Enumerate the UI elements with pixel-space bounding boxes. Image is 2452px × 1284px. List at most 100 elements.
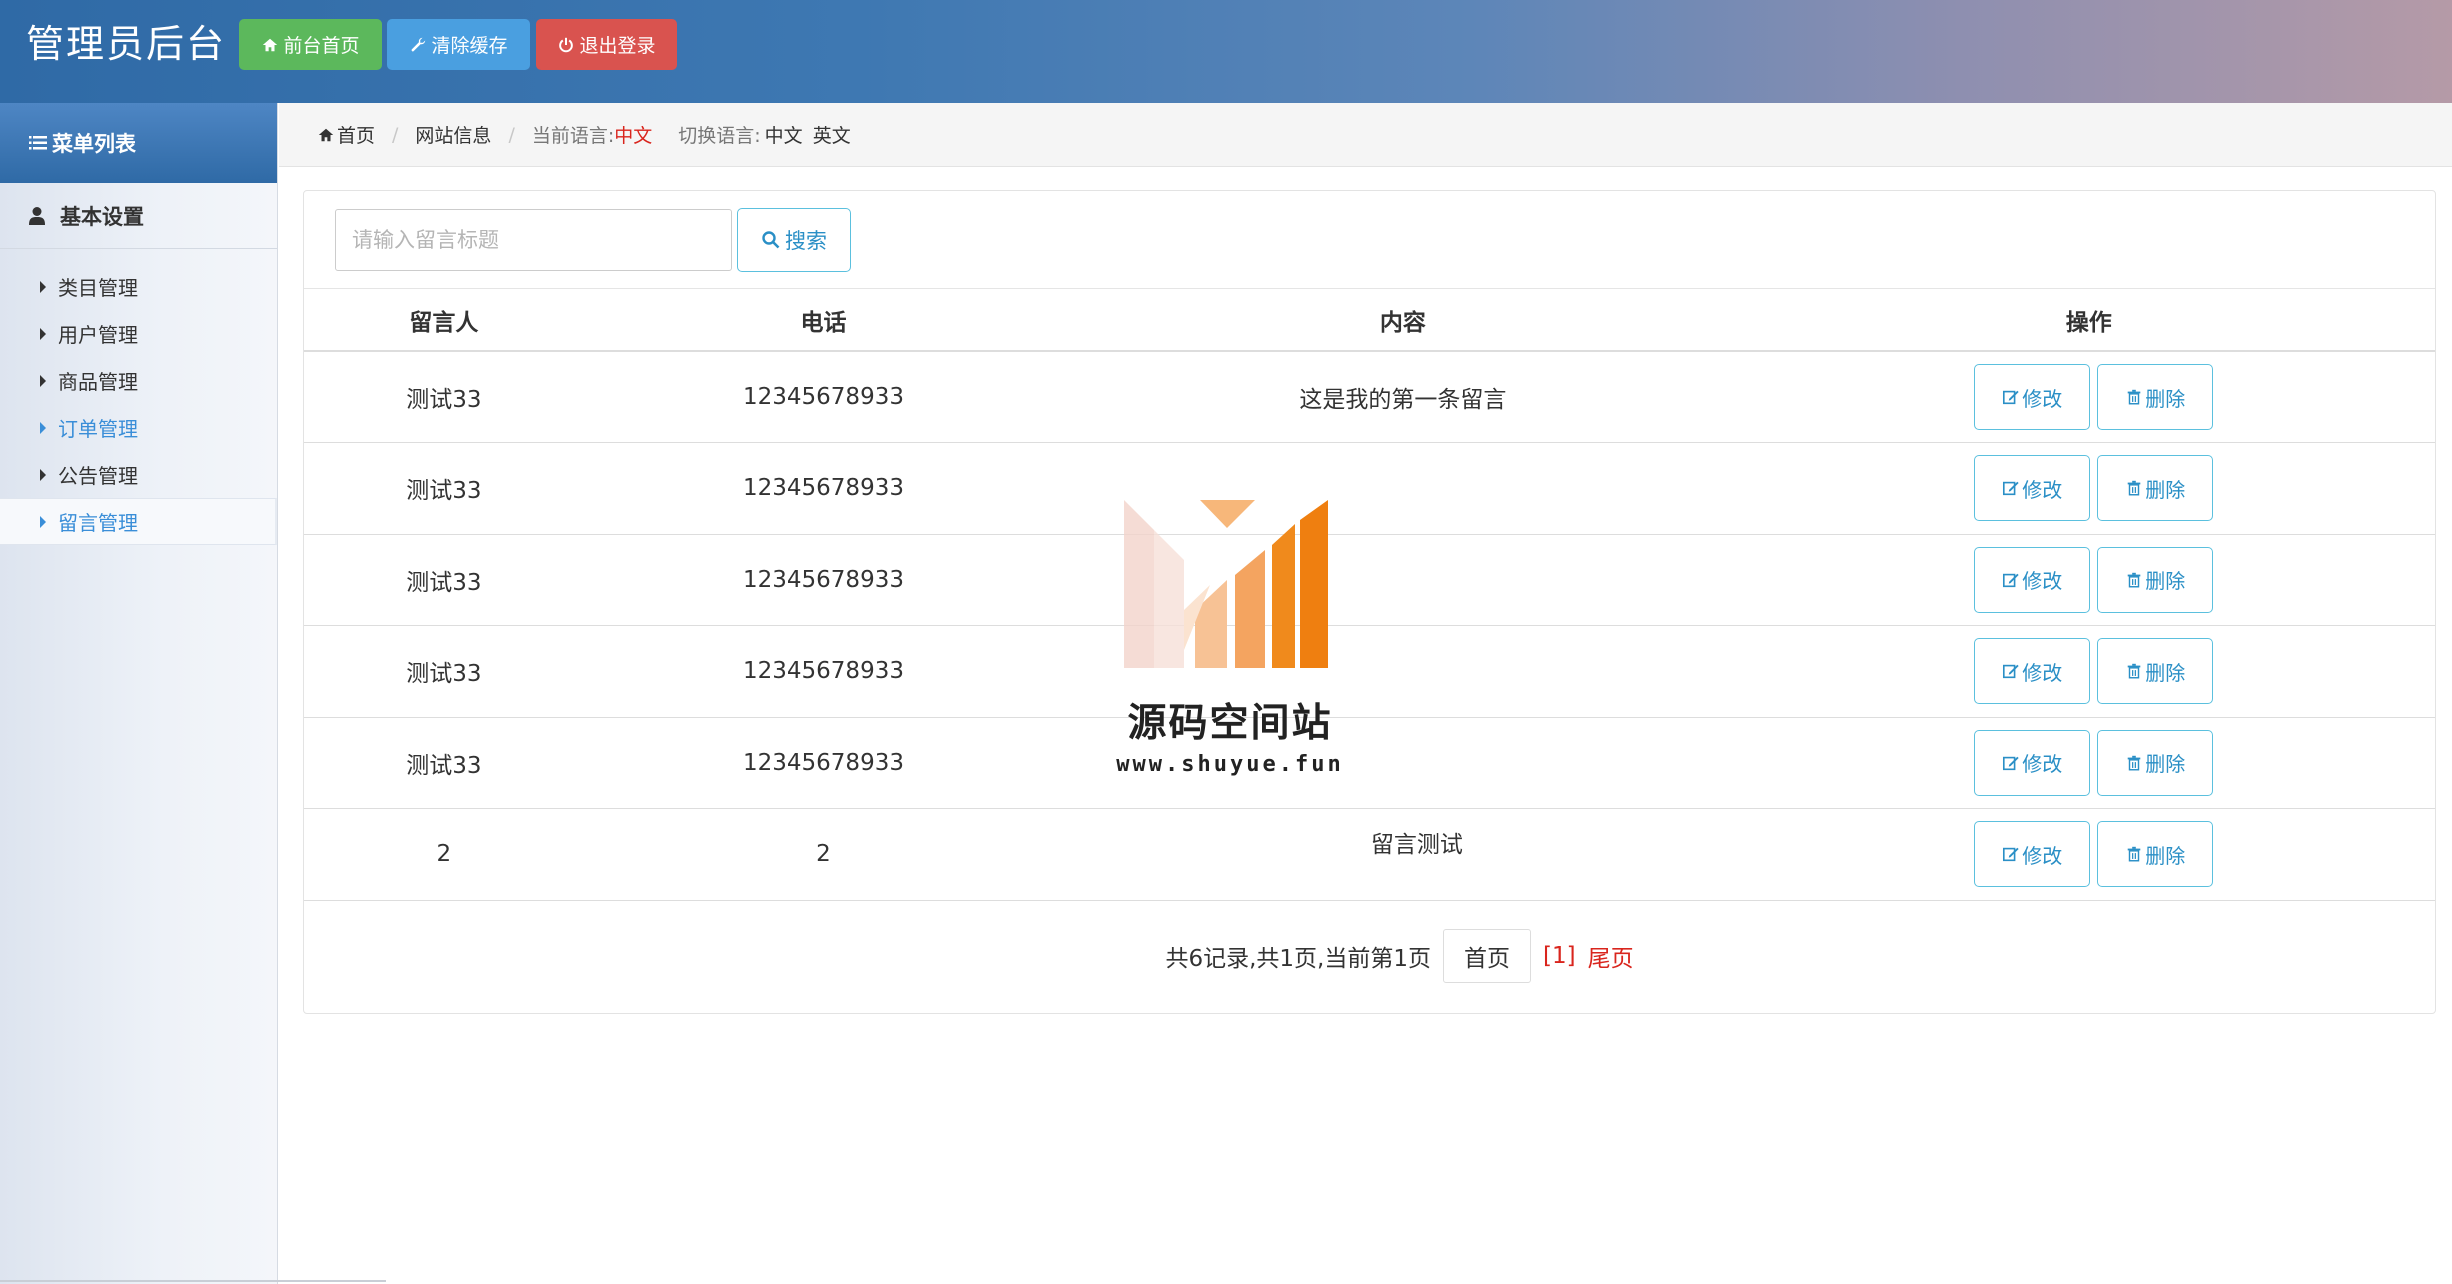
breadcrumb-home[interactable]: 首页 <box>337 121 375 148</box>
edit-label: 修改 <box>2022 752 2063 777</box>
message-panel: 搜索 留言人 电话 内容 操作 测试33 12345678933 这是我的第一条… <box>303 190 2436 1014</box>
cell-name: 测试33 <box>304 625 584 718</box>
edit-button[interactable]: 修改 <box>1974 821 2091 888</box>
current-language-label: 当前语言: <box>531 125 615 147</box>
delete-button[interactable]: 删除 <box>2097 729 2214 796</box>
pagination: 共6记录,共1页,当前第1页 首页 [1] 尾页 <box>304 901 2435 1011</box>
language-option-en[interactable]: 英文 <box>813 121 851 148</box>
edit-button[interactable]: 修改 <box>1974 546 2091 613</box>
delete-label: 删除 <box>2145 477 2186 502</box>
edit-icon <box>2003 847 2019 862</box>
delete-label: 删除 <box>2145 569 2186 594</box>
edit-button[interactable]: 修改 <box>1974 638 2091 705</box>
edit-label: 修改 <box>2022 569 2063 594</box>
caret-right-icon <box>40 280 46 293</box>
edit-button[interactable]: 修改 <box>1974 729 2091 796</box>
delete-label: 删除 <box>2145 843 2186 868</box>
cell-actions: 修改 删除 <box>1742 808 2435 901</box>
power-icon <box>559 37 574 52</box>
home-icon <box>263 38 278 51</box>
sidebar: 菜单列表 基本设置 类目管理 用户管理 商品管理 订单管理 公告管理 留言管理 <box>0 103 386 1284</box>
cell-content <box>1063 717 1743 809</box>
frontend-home-button[interactable]: 前台首页 <box>239 19 382 70</box>
column-header-content: 内容 <box>1063 289 1743 352</box>
frontend-home-label: 前台首页 <box>283 35 360 57</box>
search-button-label: 搜索 <box>785 229 827 253</box>
sidebar-item-products[interactable]: 商品管理 <box>0 357 277 404</box>
sidebar-item-announcements[interactable]: 公告管理 <box>0 451 277 498</box>
last-page-link[interactable]: 尾页 <box>1588 939 1634 973</box>
cell-phone: 2 <box>583 808 1064 901</box>
cell-actions: 修改 删除 <box>1742 442 2435 535</box>
menu-list: 类目管理 用户管理 商品管理 订单管理 公告管理 留言管理 <box>0 249 277 545</box>
search-button[interactable]: 搜索 <box>737 208 851 272</box>
cell-phone: 12345678933 <box>583 534 1064 626</box>
pagination-summary: 共6记录,共1页,当前第1页 <box>1165 945 1431 972</box>
menu-heading-label: 菜单列表 <box>52 132 136 156</box>
edit-label: 修改 <box>2022 386 2063 411</box>
edit-icon <box>2003 573 2019 587</box>
current-page-link[interactable]: [1] <box>1543 943 1576 969</box>
table-header-row: 留言人 电话 内容 操作 <box>304 289 2435 352</box>
list-icon <box>29 136 47 150</box>
table-row: 测试33 12345678933 修改 删除 <box>304 717 2435 809</box>
sidebar-item-label: 订单管理 <box>58 417 138 441</box>
trash-icon <box>2127 572 2141 588</box>
delete-button[interactable]: 删除 <box>2097 364 2214 430</box>
breadcrumb: 首页 / 网站信息 / 当前语言: 中文 切换语言: 中文 英文 <box>279 103 2452 167</box>
sidebar-item-orders[interactable]: 订单管理 <box>0 404 277 451</box>
delete-label: 删除 <box>2145 660 2186 685</box>
caret-right-icon <box>40 468 46 481</box>
app-title: 管理员后台 <box>26 22 227 66</box>
first-page-button[interactable]: 首页 <box>1442 928 1531 983</box>
cell-content-text: 留言测试 <box>1370 832 1463 859</box>
cell-content <box>1063 534 1743 626</box>
edit-icon <box>2003 664 2019 679</box>
trash-icon <box>2127 664 2141 679</box>
horizontal-scrollbar[interactable] <box>0 1280 386 1282</box>
caret-right-icon <box>40 327 46 340</box>
menu-heading: 菜单列表 <box>0 103 277 183</box>
cell-content: 这是我的第一条留言 <box>1063 351 1743 443</box>
user-icon <box>29 206 45 225</box>
column-header-name: 留言人 <box>304 289 584 352</box>
sidebar-item-users[interactable]: 用户管理 <box>0 310 277 357</box>
language-option-zh[interactable]: 中文 <box>765 121 803 148</box>
edit-button[interactable]: 修改 <box>1974 455 2091 522</box>
search-input[interactable] <box>335 209 732 271</box>
table-row: 测试33 12345678933 修改 删除 <box>304 534 2435 626</box>
table-row: 测试33 12345678933 修改 删除 <box>304 625 2435 718</box>
delete-label: 删除 <box>2145 752 2186 777</box>
clear-cache-label: 清除缓存 <box>431 35 508 57</box>
breadcrumb-separator: / <box>508 123 515 146</box>
caret-right-icon <box>40 421 46 434</box>
trash-icon <box>2127 481 2141 496</box>
cell-actions: 修改 删除 <box>1742 534 2435 626</box>
breadcrumb-separator: / <box>392 123 399 146</box>
delete-label: 删除 <box>2145 386 2186 411</box>
search-bar: 搜索 <box>304 191 2435 289</box>
cell-name: 2 <box>304 808 584 901</box>
sidebar-item-category[interactable]: 类目管理 <box>0 263 277 310</box>
delete-button[interactable]: 删除 <box>2097 638 2214 705</box>
delete-button[interactable]: 删除 <box>2097 455 2214 522</box>
edit-button[interactable]: 修改 <box>1974 364 2091 430</box>
cell-phone: 12345678933 <box>583 625 1064 718</box>
cell-phone: 12345678933 <box>583 717 1064 809</box>
menu-group-basic-settings[interactable]: 基本设置 <box>0 183 277 249</box>
logout-label: 退出登录 <box>579 35 656 57</box>
sidebar-item-label: 留言管理 <box>58 511 138 535</box>
table-row: 测试33 12345678933 修改 删除 <box>304 442 2435 535</box>
cell-content: 留言测试 <box>1063 808 1743 901</box>
delete-button[interactable]: 删除 <box>2097 546 2214 613</box>
delete-button[interactable]: 删除 <box>2097 821 2214 888</box>
logout-button[interactable]: 退出登录 <box>536 19 677 70</box>
sidebar-item-label: 用户管理 <box>58 323 138 347</box>
sidebar-item-messages[interactable]: 留言管理 <box>0 498 277 545</box>
cell-phone: 12345678933 <box>583 351 1064 443</box>
sidebar-item-label: 类目管理 <box>58 276 138 300</box>
clear-cache-button[interactable]: 清除缓存 <box>387 19 530 70</box>
breadcrumb-site-info[interactable]: 网站信息 <box>415 121 491 148</box>
trash-icon <box>2127 847 2141 862</box>
sidebar-item-label: 商品管理 <box>58 370 138 394</box>
